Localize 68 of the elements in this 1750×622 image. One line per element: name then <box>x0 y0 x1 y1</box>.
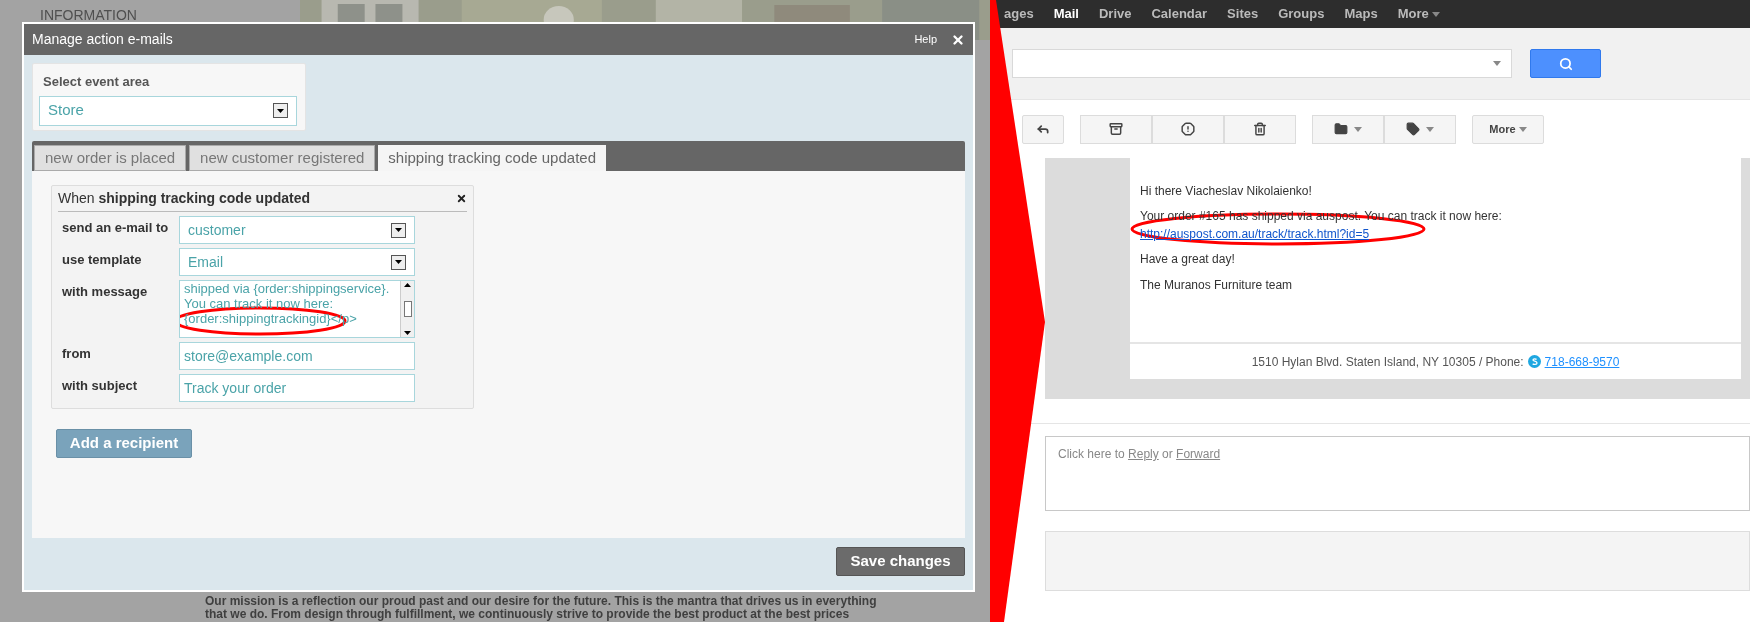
reply-icon <box>1036 122 1050 136</box>
nav-link[interactable]: Sites <box>1227 4 1259 24</box>
search-field[interactable] <box>1012 49 1512 78</box>
dropdown-caret-icon <box>1354 126 1362 132</box>
field-label: from <box>61 345 92 363</box>
skype-icon <box>1527 355 1541 368</box>
dropdown-caret-icon <box>1493 61 1501 66</box>
dialog-title: Manage action e-mails <box>32 30 173 49</box>
add-recipient-button[interactable]: Add a recipient <box>56 429 192 458</box>
nav-link[interactable]: Calendar <box>1151 4 1208 24</box>
field-label: use template <box>61 251 143 269</box>
text-field[interactable]: store@example.com <box>179 342 415 370</box>
select-field[interactable]: Store <box>39 95 297 126</box>
dropdown-caret-icon <box>1518 126 1527 132</box>
search-button[interactable] <box>1530 49 1601 78</box>
text-field[interactable]: Track your order <box>179 374 415 402</box>
reply-box[interactable]: Click here to Reply or Forward <box>1045 436 1750 511</box>
dropdown-caret-icon <box>1431 11 1440 17</box>
trash-icon <box>1253 122 1267 136</box>
report-spam-button[interactable] <box>1152 114 1224 144</box>
phone-link[interactable]: 718-668-9570 <box>1544 352 1620 371</box>
field-label: Select event area <box>42 73 151 91</box>
labels-button[interactable] <box>1384 114 1456 144</box>
forward-link[interactable]: Forward <box>1176 447 1221 461</box>
tab[interactable]: new order is placed <box>34 145 187 171</box>
email-greeting: Hi there Viacheslav Nikolaienko! <box>1140 183 1312 200</box>
scroll-thumb[interactable] <box>403 301 412 317</box>
email-closing: Have a great day! <box>1140 251 1235 268</box>
dropdown-caret-icon <box>1426 126 1434 132</box>
nav-link[interactable]: Groups <box>1278 4 1325 24</box>
reply-link[interactable]: Reply <box>1128 447 1159 461</box>
archive-button[interactable] <box>1080 114 1152 144</box>
footer-address: 1510 Hylan Blvd. Staten Island, NY 10305 / Phone: <box>1251 353 1524 371</box>
tracking-link[interactable]: http://auspost.com.au/track/track.html?id=5 <box>1140 226 1370 242</box>
alert-icon <box>1181 122 1195 136</box>
scroll-up-icon[interactable] <box>404 283 411 287</box>
archive-icon <box>1109 122 1123 136</box>
reply-prompt: or <box>1161 447 1174 461</box>
scrollbar[interactable] <box>400 281 414 337</box>
tab[interactable]: shipping tracking code updated <box>378 145 606 171</box>
field-label: with subject <box>61 377 139 395</box>
email-signature: The Muranos Furniture team <box>1140 277 1293 294</box>
delete-button[interactable] <box>1224 114 1296 144</box>
reply-prompt: Click here to <box>1058 447 1126 461</box>
paragraph-line: Our mission is a reflection our proud past and our desire for the future. This is the mantra that drives us in everything <box>205 595 878 608</box>
select-field[interactable]: Email <box>179 248 415 276</box>
search-icon <box>1558 56 1573 71</box>
reply-button[interactable] <box>1022 114 1064 144</box>
field-label: send an e-mail to <box>61 219 170 237</box>
nav-link[interactable]: Maps <box>1344 4 1378 24</box>
tab[interactable]: new customer registered <box>189 145 376 171</box>
scroll-down-icon[interactable] <box>404 331 411 335</box>
help-link[interactable]: Help <box>914 31 937 48</box>
move-to-button[interactable] <box>1312 114 1384 144</box>
tag-icon <box>1406 122 1420 136</box>
section-heading: INFORMATION <box>40 7 137 23</box>
more-button[interactable]: More <box>1472 114 1544 144</box>
field-label: with message <box>61 283 149 301</box>
save-changes-button[interactable]: Save changes <box>836 547 965 576</box>
select-field[interactable]: customer <box>179 216 415 244</box>
nav-link[interactable]: ages <box>1004 4 1034 24</box>
folder-icon <box>1334 122 1348 136</box>
paragraph-line: that we do. From design through fulfillment, we continuously strive to provide the best product at the best prices <box>205 608 850 621</box>
rule-heading: When shipping tracking code updated <box>58 189 311 208</box>
nav-link[interactable]: Mail <box>1053 4 1079 24</box>
nav-link[interactable]: Drive <box>1098 4 1132 24</box>
close-icon[interactable] <box>456 193 467 204</box>
nav-link[interactable]: More <box>1397 4 1440 24</box>
